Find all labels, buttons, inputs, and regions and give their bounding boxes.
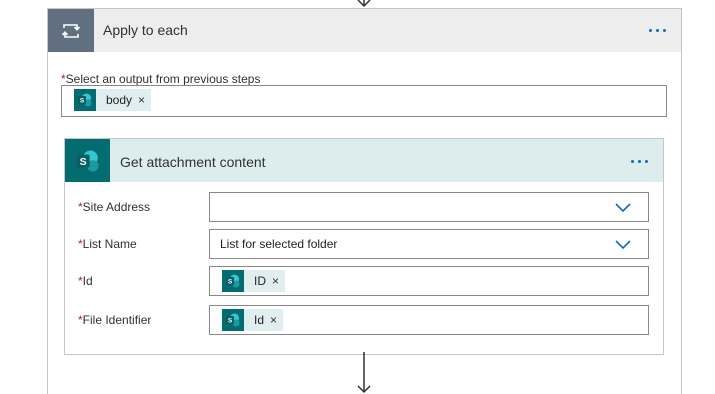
remove-token-icon[interactable]: × [272,274,285,288]
get-attachment-content-header[interactable]: S Get attachment content [65,139,663,182]
select-output-label-text: Select an output from previous steps [65,72,261,86]
sharepoint-icon: S [222,309,244,331]
connector-arrow-down-icon [357,0,371,8]
list-name-dropdown[interactable]: List for selected folder [209,229,649,259]
more-dot-icon [649,29,652,32]
get-attachment-content-title: Get attachment content [120,154,266,170]
sharepoint-icon: S [74,89,96,111]
chevron-down-icon[interactable] [615,238,631,250]
sharepoint-icon: S [65,139,110,182]
apply-to-each-header[interactable]: Apply to each [48,9,681,52]
list-name-value: List for selected folder [220,237,338,251]
site-address-label: *Site Address [78,200,150,214]
list-name-label-text: List Name [82,237,137,251]
list-name-label: *List Name [78,237,137,251]
select-output-label: *Select an output from previous steps [61,72,260,86]
select-output-input[interactable]: S body × [61,85,667,117]
file-identifier-input[interactable]: S Id × [209,305,649,335]
id-label: *Id [78,274,93,288]
svg-text:S: S [80,98,85,105]
remove-token-icon[interactable]: × [270,313,283,327]
svg-text:S: S [228,279,233,286]
more-dot-icon [645,160,648,163]
loop-icon [48,9,94,52]
get-attachment-content-card: S Get attachment content *Site Address *… [64,138,664,355]
file-identifier-label-text: File Identifier [82,313,152,327]
id-input[interactable]: S ID × [209,266,649,296]
token-id[interactable]: S ID × [222,270,286,292]
apply-to-each-title: Apply to each [103,22,188,38]
sharepoint-icon: S [222,270,244,292]
site-address-dropdown[interactable] [209,192,649,222]
chevron-down-icon[interactable] [615,201,631,213]
apply-to-each-card: Apply to each *Select an output from pre… [47,8,682,394]
more-dot-icon [663,29,666,32]
remove-token-icon[interactable]: × [138,93,151,107]
token-label: body [106,93,133,107]
file-identifier-label: *File Identifier [78,313,151,327]
token-id[interactable]: S Id × [222,309,284,331]
token-label: Id [254,313,265,327]
connector-arrow-down-icon [357,352,371,394]
apply-to-each-more-button[interactable] [649,29,666,32]
id-label-text: Id [82,274,93,288]
svg-text:S: S [228,318,233,325]
svg-text:S: S [79,156,86,168]
more-dot-icon [631,160,634,163]
more-dot-icon [656,29,659,32]
token-body[interactable]: S body × [74,89,152,111]
flow-designer-canvas: Apply to each *Select an output from pre… [0,0,715,394]
site-address-label-text: Site Address [82,200,151,214]
more-dot-icon [638,160,641,163]
action-more-button[interactable] [631,160,648,163]
token-label: ID [254,274,266,288]
